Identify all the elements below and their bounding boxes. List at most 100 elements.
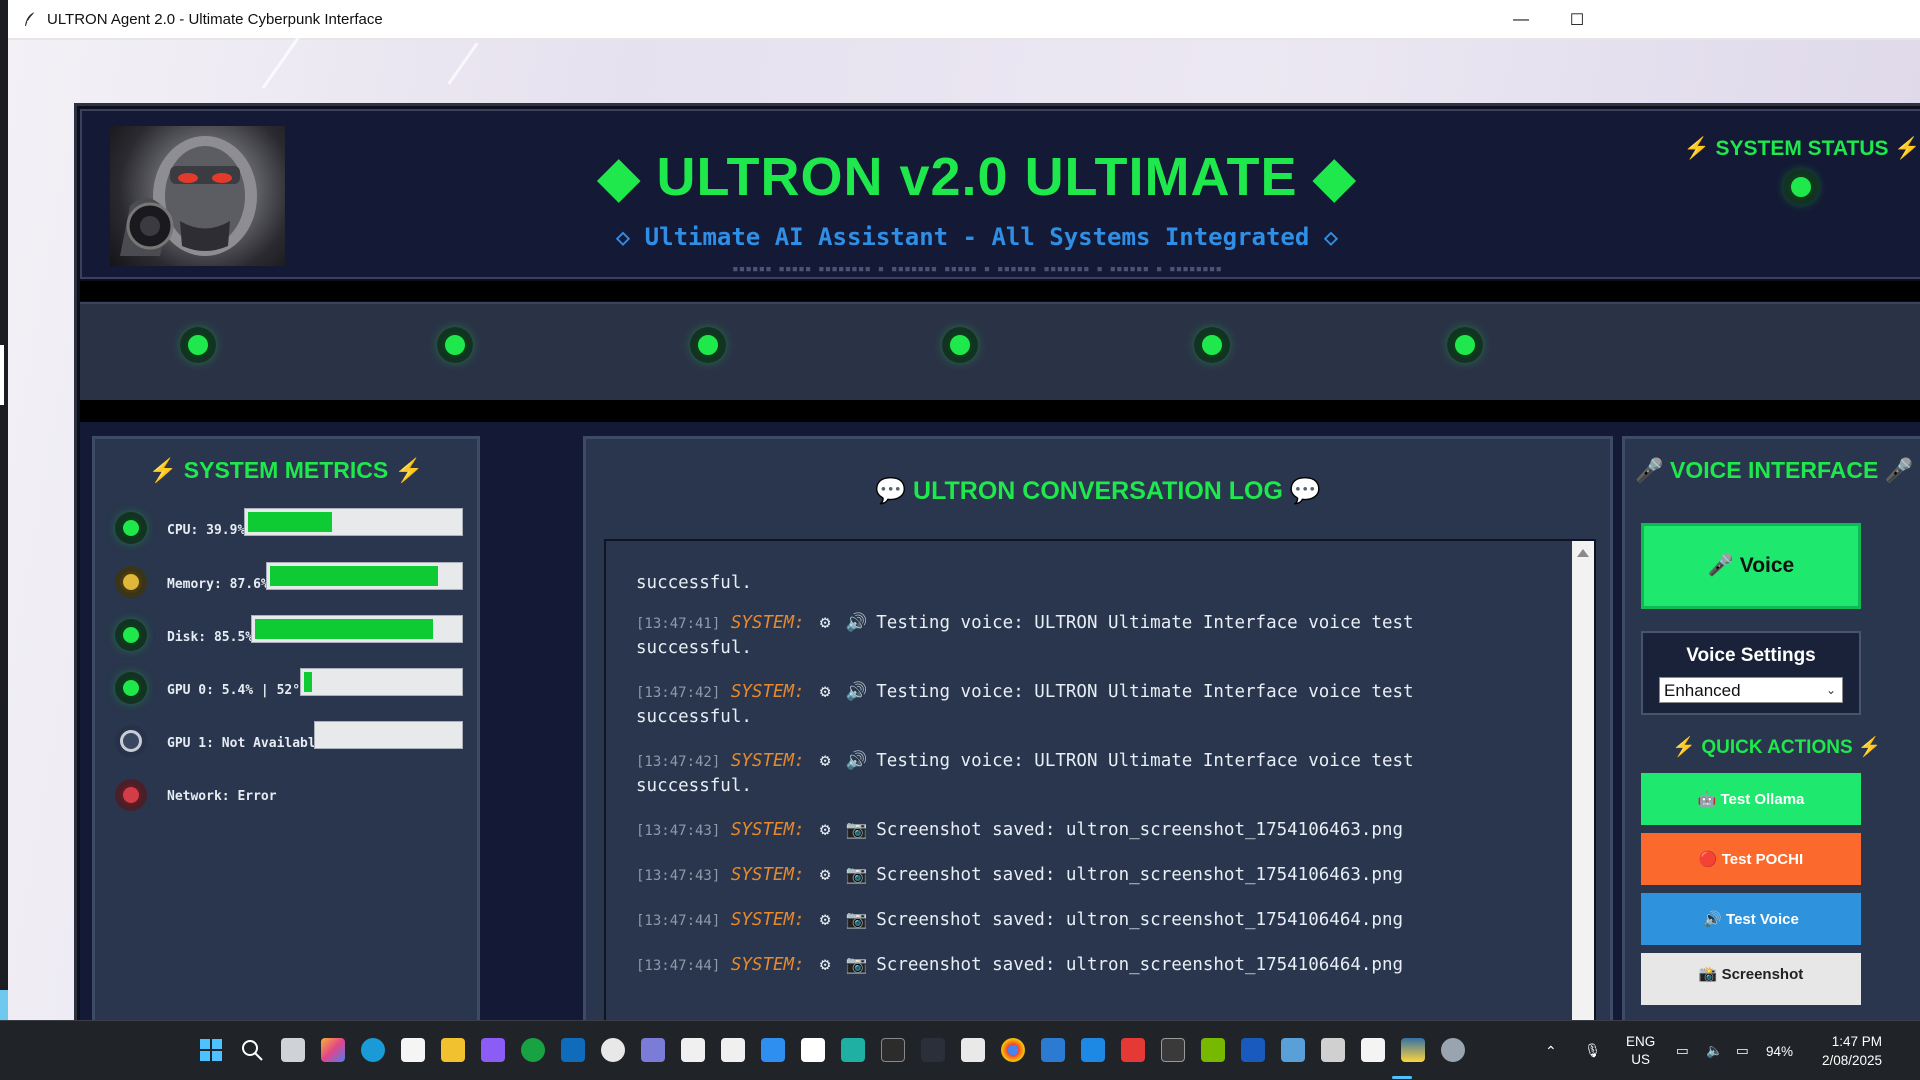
gpu0-bar: [300, 668, 463, 696]
app-icon[interactable]: [721, 1038, 745, 1062]
window-titlebar[interactable]: ULTRON Agent 2.0 - Ultimate Cyberpunk In…: [8, 0, 1920, 39]
speaker-icon: 🔊: [845, 682, 868, 702]
active-app-indicator: [1392, 1076, 1412, 1079]
app-icon[interactable]: [841, 1038, 865, 1062]
feather-app-icon: [25, 11, 36, 26]
log-sender: SYSTEM:: [730, 955, 805, 975]
voice-settings-label: Voice Settings: [1686, 645, 1816, 666]
clock[interactable]: 1:47 PM 2/08/2025: [1812, 1021, 1882, 1080]
voice-button[interactable]: 🎤 Voice: [1641, 523, 1861, 609]
app-icon[interactable]: [481, 1038, 505, 1062]
test-ollama-button[interactable]: 🤖 Test Ollama: [1641, 773, 1861, 825]
scroll-up-arrow-icon[interactable]: [1577, 549, 1589, 557]
log-message: Testing voice: ULTRON Ultimate Interface…: [876, 751, 1414, 771]
chatgpt-icon[interactable]: [601, 1038, 625, 1062]
log-scrollbar[interactable]: [1572, 541, 1594, 1039]
maximize-button[interactable]: ☐: [1548, 0, 1606, 39]
memory-bar: [266, 562, 463, 590]
app-icon[interactable]: [641, 1038, 665, 1062]
battery-icon[interactable]: ▭: [1736, 1021, 1749, 1080]
store-icon[interactable]: [401, 1038, 425, 1062]
log-timestamp: [13:47:43]: [636, 823, 721, 839]
language-bottom: US: [1631, 1052, 1651, 1067]
quick-actions-title: ⚡ QUICK ACTIONS ⚡: [1672, 737, 1882, 758]
voice-mode-select[interactable]: Enhanced ⌄: [1659, 677, 1843, 703]
app-icon[interactable]: [921, 1038, 945, 1062]
volume-icon[interactable]: 🔈: [1706, 1021, 1723, 1080]
camera-icon: 📷: [845, 865, 868, 885]
voice-interface-panel: 🎤 VOICE INTERFACE 🎤 🎤 Voice Voice Settin…: [1622, 436, 1920, 1036]
conversation-title: 💬 ULTRON CONVERSATION LOG 💬: [874, 477, 1322, 505]
battery-percent: 94%: [1766, 1043, 1794, 1059]
log-message: Screenshot saved: ultron_screenshot_1754…: [876, 865, 1404, 885]
gear-icon: ⚙: [819, 955, 831, 975]
copilot-icon[interactable]: [321, 1038, 345, 1062]
language-indicator[interactable]: ENG US: [1626, 1021, 1655, 1080]
conversation-panel: 💬 ULTRON CONVERSATION LOG 💬 successful. …: [583, 436, 1613, 1039]
file-explorer-icon[interactable]: [441, 1038, 465, 1062]
log-entry: [13:47:42] SYSTEM: ⚙ 🔊 Testing voice: UL…: [636, 680, 1536, 729]
tray-overflow-icon[interactable]: ⌃: [1545, 1021, 1557, 1080]
speaker-icon: 🔊: [845, 751, 868, 771]
metrics-title: ⚡ SYSTEM METRICS ⚡: [148, 457, 424, 483]
window-title: ULTRON Agent 2.0 - Ultimate Cyberpunk In…: [47, 10, 383, 28]
log-message-continuation: successful.: [636, 776, 752, 796]
disk-status-led: [120, 624, 142, 646]
vscode-icon[interactable]: [761, 1038, 785, 1062]
log-entry: [13:47:43] SYSTEM: ⚙ 📷 Screenshot saved:…: [636, 863, 1536, 888]
log-timestamp: [13:47:44]: [636, 958, 721, 974]
settings-icon[interactable]: [1441, 1038, 1465, 1062]
conversation-log[interactable]: successful. [13:47:41] SYSTEM: ⚙ 🔊 Testi…: [604, 539, 1596, 1039]
app-icon[interactable]: [681, 1038, 705, 1062]
header-separator: [80, 281, 1920, 301]
gear-icon: ⚙: [819, 682, 831, 702]
task-view-icon[interactable]: [281, 1038, 305, 1062]
word-icon[interactable]: [1241, 1038, 1265, 1062]
app-icon[interactable]: [1121, 1038, 1145, 1062]
app-icon[interactable]: [961, 1038, 985, 1062]
memory-bar-fill: [270, 566, 438, 586]
screenshot-button[interactable]: 📸 Screenshot: [1641, 953, 1861, 1005]
log-sender: SYSTEM:: [730, 682, 805, 702]
console-icon[interactable]: [1161, 1038, 1185, 1062]
outlook-icon[interactable]: [561, 1038, 585, 1062]
microphone-icon[interactable]: 🎙: [1584, 1021, 1601, 1080]
search-icon[interactable]: [240, 1038, 264, 1062]
indicator-light: [185, 332, 211, 358]
xbox-icon[interactable]: [521, 1038, 545, 1062]
python-icon[interactable]: [1401, 1038, 1425, 1062]
edge-icon[interactable]: [361, 1038, 385, 1062]
indicator-light: [1199, 332, 1225, 358]
row-separator: [80, 400, 1920, 422]
minimize-button[interactable]: —: [1492, 0, 1550, 39]
gear-icon: ⚙: [819, 910, 831, 930]
test-voice-button[interactable]: 🔊 Test Voice: [1641, 893, 1861, 945]
nvidia-icon[interactable]: [1201, 1038, 1225, 1062]
gpu1-status-led: [120, 730, 142, 752]
main-panels: ⚡ SYSTEM METRICS ⚡ CPU: 39.9% Memory: 87…: [80, 422, 1920, 1039]
cpu-bar-fill: [248, 512, 332, 532]
clock-time: 1:47 PM: [1831, 1034, 1882, 1049]
camera-icon: 📷: [845, 820, 868, 840]
gpu0-label: GPU 0: 5.4% | 52°C: [167, 683, 308, 698]
log-continuation: successful.: [636, 573, 752, 593]
photos-icon[interactable]: [1041, 1038, 1065, 1062]
app-icon[interactable]: [1081, 1038, 1105, 1062]
gpu0-status-led: [120, 677, 142, 699]
start-icon[interactable]: [199, 1038, 223, 1062]
gear-icon: ⚙: [819, 820, 831, 840]
log-sender: SYSTEM:: [730, 910, 805, 930]
terminal-icon[interactable]: [881, 1038, 905, 1062]
gpu1-label: GPU 1: Not Available: [167, 736, 324, 751]
log-content: successful. [13:47:41] SYSTEM: ⚙ 🔊 Testi…: [636, 571, 1536, 998]
network-icon[interactable]: ▭: [1676, 1021, 1689, 1080]
test-pochi-button[interactable]: 🔴 Test POCHI: [1641, 833, 1861, 885]
app-icon[interactable]: [1361, 1038, 1385, 1062]
app-icon[interactable]: [1321, 1038, 1345, 1062]
app-icon[interactable]: [1281, 1038, 1305, 1062]
log-entry: [13:47:43] SYSTEM: ⚙ 📷 Screenshot saved:…: [636, 818, 1536, 843]
system-status-label: ⚡ SYSTEM STATUS ⚡: [1683, 137, 1920, 160]
app-icon[interactable]: [801, 1038, 825, 1062]
network-label: Network: Error: [167, 789, 277, 804]
chrome-icon[interactable]: [1001, 1038, 1025, 1062]
